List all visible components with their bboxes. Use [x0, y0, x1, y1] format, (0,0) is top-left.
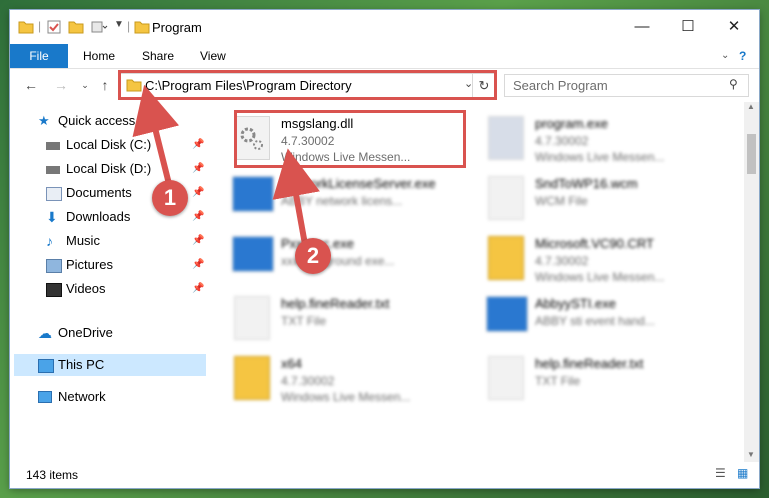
annotation-arrows — [132, 84, 320, 251]
step-badge-2: 2 — [295, 238, 331, 274]
step-badge-1: 1 — [152, 180, 188, 216]
arrow-to-dll-file — [272, 148, 320, 251]
arrow-to-address-bar — [132, 84, 180, 189]
